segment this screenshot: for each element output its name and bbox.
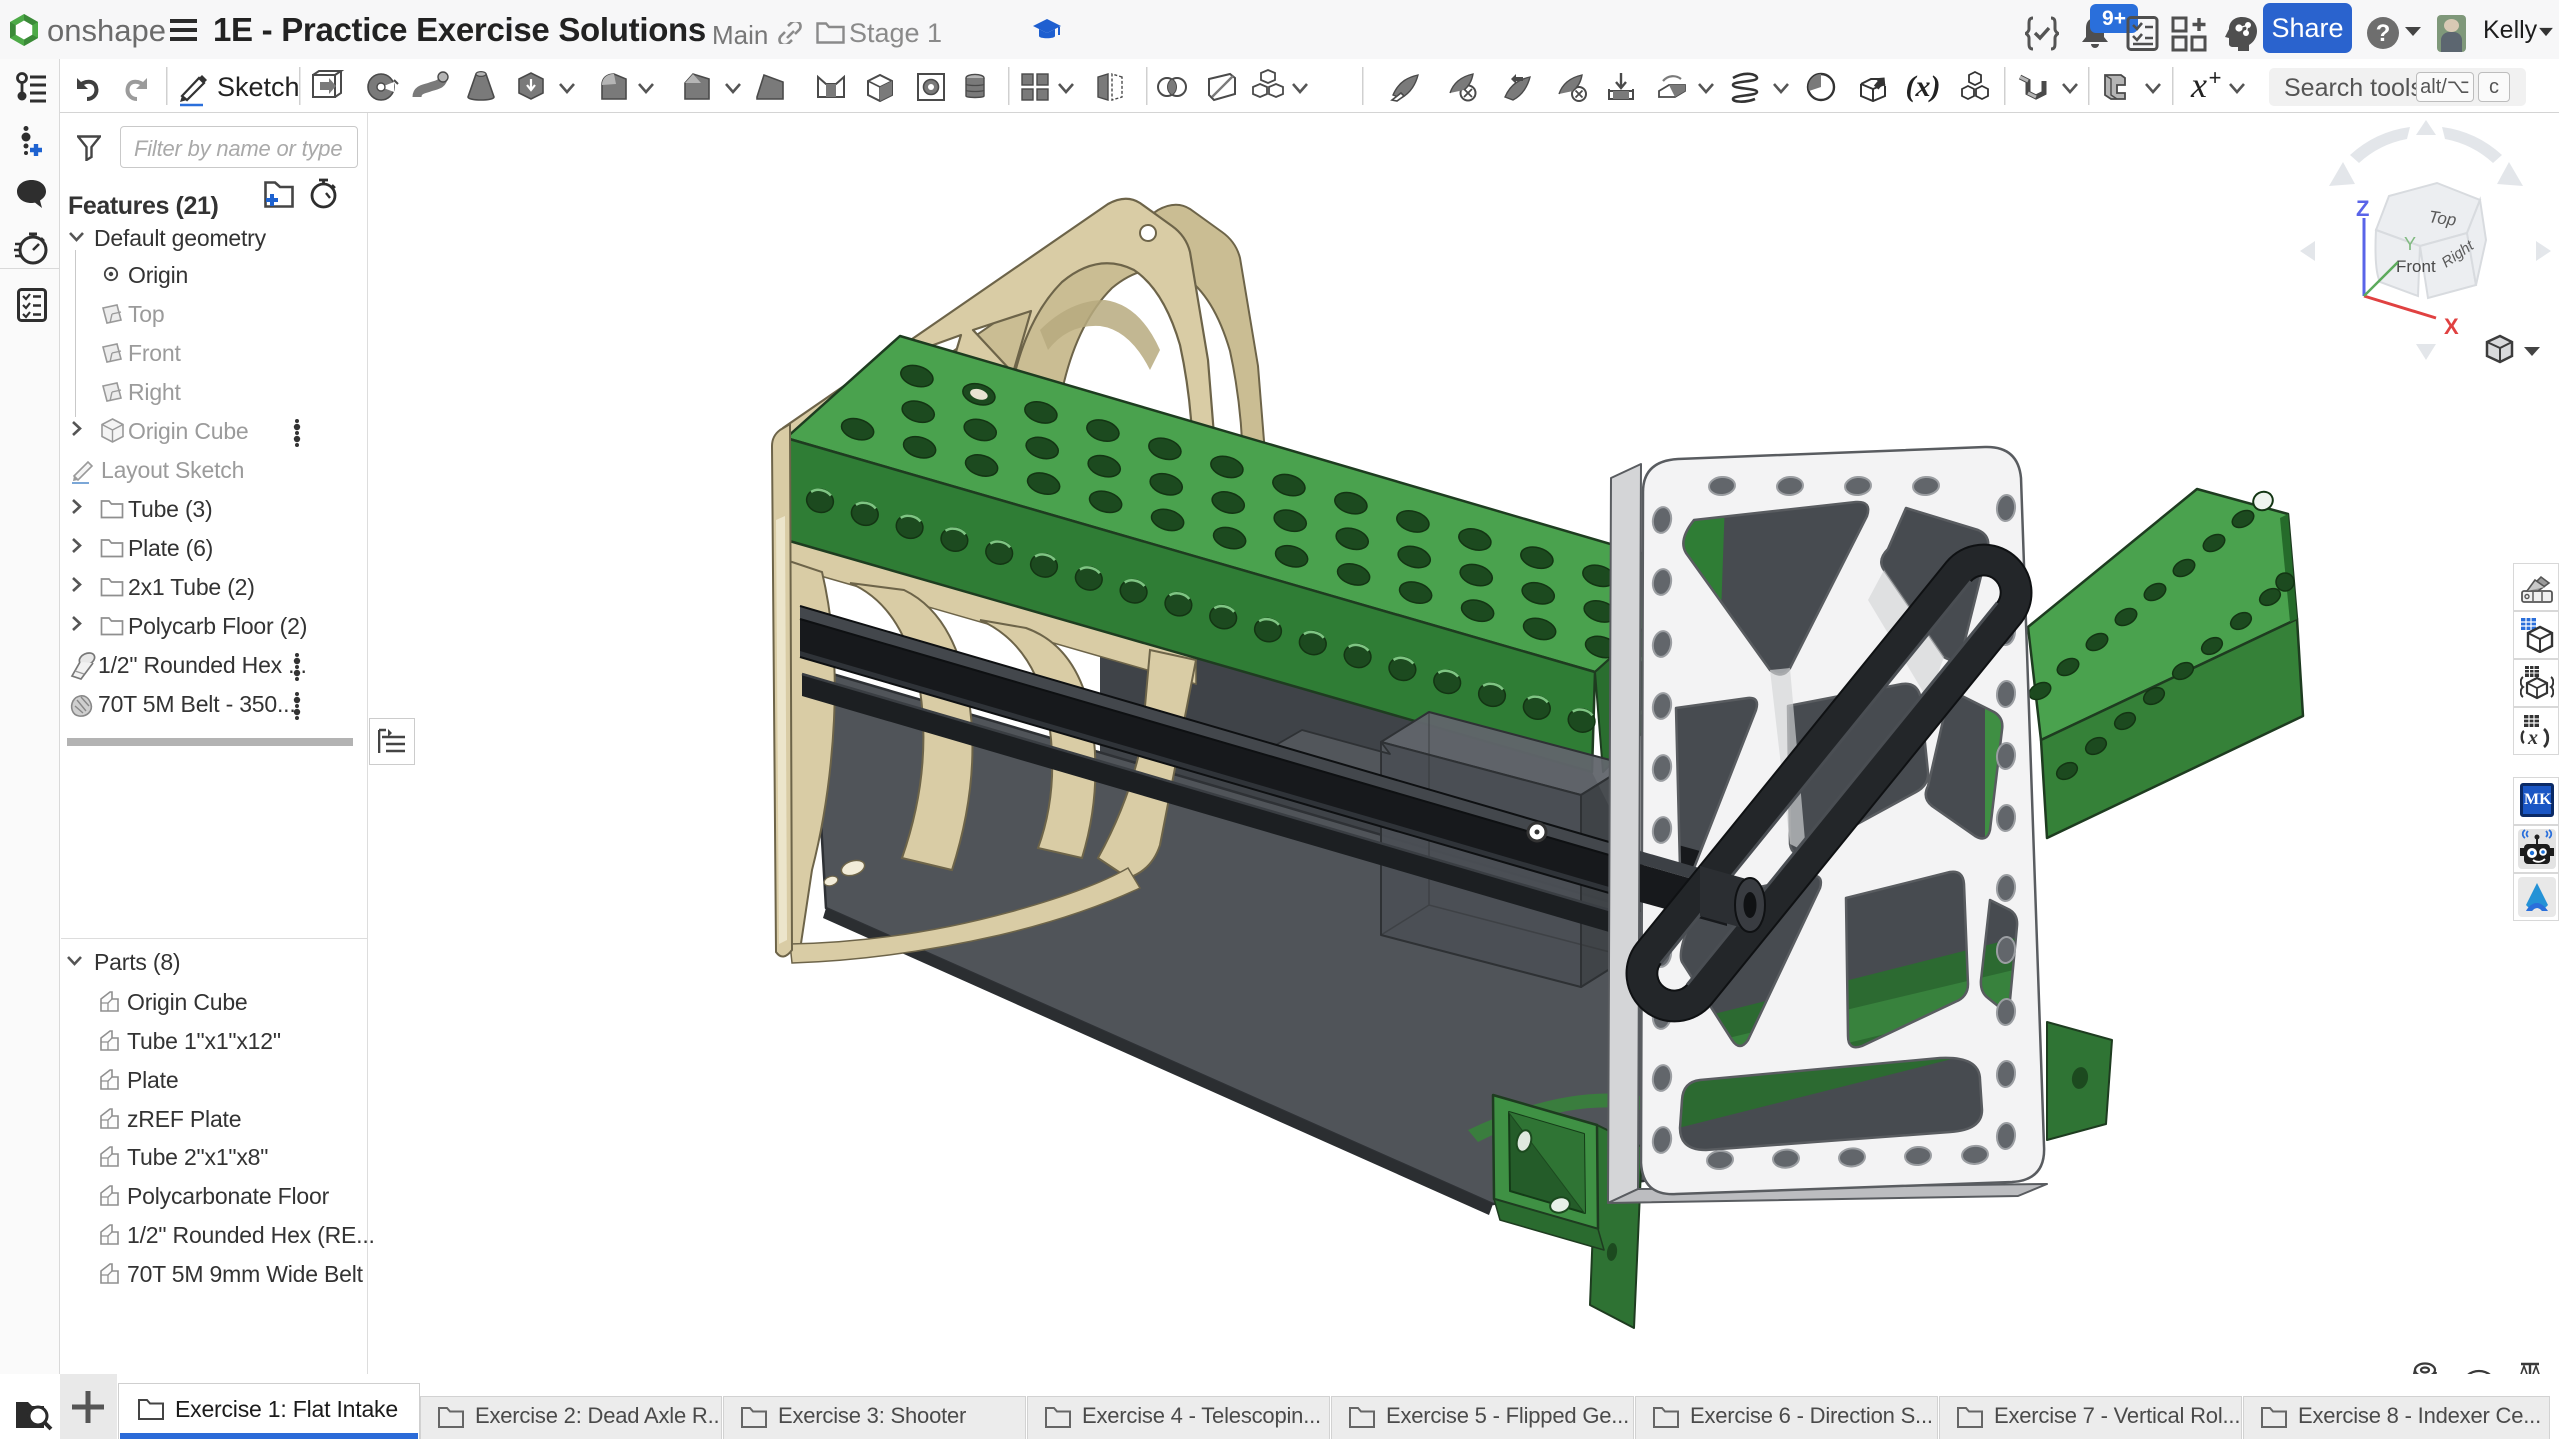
svg-text:?: ? — [2376, 20, 2391, 47]
svg-text:Y: Y — [2404, 234, 2416, 254]
svg-text:x: x — [2527, 727, 2538, 749]
svg-text:X: X — [2444, 314, 2459, 339]
svg-text:Front: Front — [2396, 257, 2436, 276]
svg-text:+: + — [2209, 65, 2222, 90]
svg-text:Top: Top — [2427, 207, 2457, 230]
svg-text:(x): (x) — [1906, 70, 1941, 103]
svg-text:Z: Z — [2356, 196, 2369, 221]
svg-text:x: x — [2190, 65, 2207, 105]
